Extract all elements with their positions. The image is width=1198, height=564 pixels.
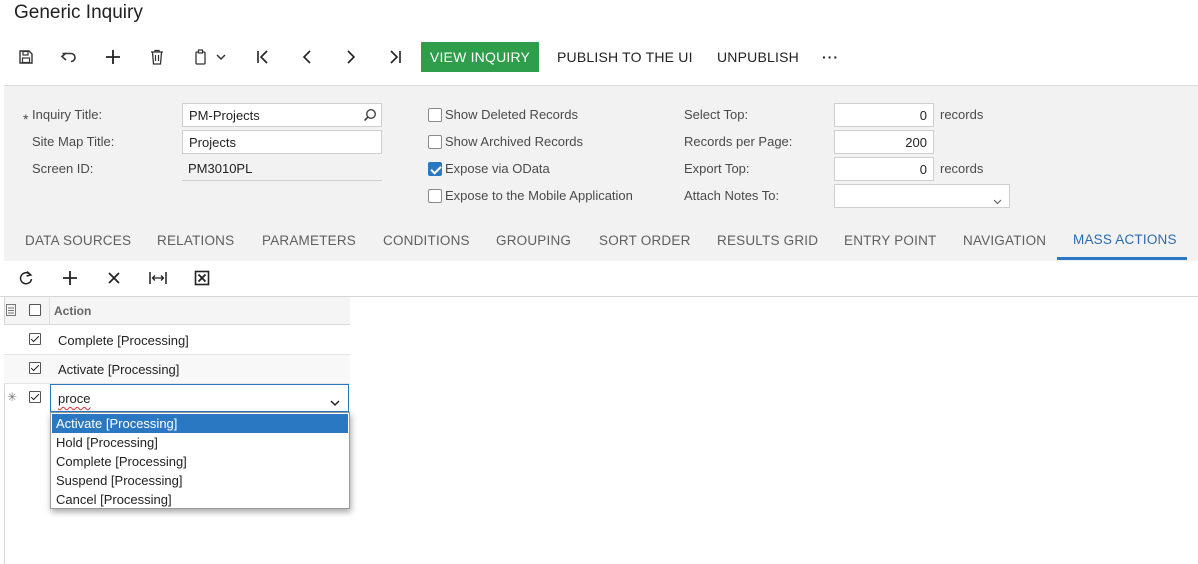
tab-entry-point[interactable]: ENTRY POINT xyxy=(844,233,936,259)
tab-conditions[interactable]: CONDITIONS xyxy=(383,233,470,259)
chevron-down-icon xyxy=(993,193,1002,208)
delete-row-icon[interactable] xyxy=(102,266,126,290)
search-icon[interactable] xyxy=(363,108,377,125)
delete-icon[interactable] xyxy=(145,44,169,70)
dropdown-option-suspend[interactable]: Suspend [Processing] xyxy=(52,471,348,490)
row-checkbox[interactable] xyxy=(29,333,41,345)
show-archived-checkbox[interactable] xyxy=(428,135,442,149)
export-top-label: Export Top: xyxy=(684,161,750,176)
page-title: Generic Inquiry xyxy=(14,2,143,23)
tab-navigation[interactable]: NAVIGATION xyxy=(963,233,1046,259)
fit-to-screen-icon[interactable] xyxy=(146,266,170,290)
undo-icon[interactable] xyxy=(57,44,81,70)
screen-id-field: PM3010PL xyxy=(182,157,382,181)
action-cell[interactable]: Activate [Processing] xyxy=(58,362,179,377)
records-per-page-field[interactable]: 200 xyxy=(834,130,934,154)
site-map-title-value: Projects xyxy=(189,134,236,150)
records-per-page-label: Records per Page: xyxy=(684,134,793,149)
dropdown-option-cancel[interactable]: Cancel [Processing] xyxy=(52,490,348,509)
screen-id-label: Screen ID: xyxy=(32,161,94,176)
action-column-header[interactable]: Action xyxy=(54,304,91,318)
copy-paste-icon[interactable] xyxy=(189,44,213,70)
records-per-page-value: 200 xyxy=(905,134,927,150)
site-map-title-field[interactable]: Projects xyxy=(182,130,382,154)
screen-id-value: PM3010PL xyxy=(188,161,253,176)
previous-record-icon[interactable] xyxy=(295,44,319,70)
column-divider xyxy=(49,297,50,325)
expose-odata-label: Expose via OData xyxy=(445,161,550,176)
select-all-checkbox[interactable] xyxy=(29,304,41,316)
row-selector-icon xyxy=(6,304,16,319)
chevron-down-icon[interactable] xyxy=(213,44,229,70)
dropdown-option-complete[interactable]: Complete [Processing] xyxy=(52,452,348,471)
active-tab-indicator xyxy=(1057,257,1187,260)
publish-to-ui-button[interactable]: PUBLISH TO THE UI xyxy=(557,42,693,72)
export-top-unit: records xyxy=(940,161,984,176)
export-top-field[interactable]: 0 xyxy=(834,157,934,181)
inquiry-title-value: PM-Projects xyxy=(189,107,260,123)
add-row-icon[interactable] xyxy=(58,266,82,290)
select-top-value: 0 xyxy=(919,107,927,123)
unpublish-button[interactable]: UNPUBLISH xyxy=(717,42,799,72)
tab-parameters[interactable]: PARAMETERS xyxy=(262,233,356,259)
attach-notes-select[interactable] xyxy=(834,184,1010,208)
tab-sort-order[interactable]: SORT ORDER xyxy=(599,233,691,259)
next-record-icon[interactable] xyxy=(339,44,363,70)
show-archived-label: Show Archived Records xyxy=(445,134,584,149)
refresh-icon[interactable] xyxy=(14,266,38,290)
last-record-icon[interactable] xyxy=(383,44,407,70)
tab-data-sources[interactable]: DATA SOURCES xyxy=(25,233,131,259)
required-marker: * xyxy=(23,111,29,127)
action-combo-input[interactable]: proce xyxy=(50,384,349,412)
row-checkbox[interactable] xyxy=(29,362,41,374)
first-record-icon[interactable] xyxy=(251,44,275,70)
show-deleted-checkbox[interactable] xyxy=(428,108,442,122)
tab-grouping[interactable]: GROUPING xyxy=(496,233,571,259)
new-row-marker: ✳ xyxy=(7,390,18,404)
action-combo-value: proce xyxy=(58,391,91,406)
action-dropdown-list: Activate [Processing] Hold [Processing] … xyxy=(50,412,350,509)
attach-notes-label: Attach Notes To: xyxy=(684,188,780,203)
row-checkbox[interactable] xyxy=(29,391,41,403)
chevron-down-icon[interactable] xyxy=(330,395,340,410)
expose-mobile-label: Expose to the Mobile Application xyxy=(445,188,633,203)
select-top-label: Select Top: xyxy=(684,107,749,122)
more-actions-button[interactable]: ··· xyxy=(822,42,839,72)
export-excel-icon[interactable] xyxy=(190,266,214,290)
select-top-unit: records xyxy=(940,107,984,122)
view-inquiry-button[interactable]: VIEW INQUIRY xyxy=(421,42,539,72)
dropdown-option-activate[interactable]: Activate [Processing] xyxy=(52,414,348,433)
save-icon[interactable] xyxy=(14,44,38,70)
tab-relations[interactable]: RELATIONS xyxy=(157,233,234,259)
export-top-value: 0 xyxy=(919,161,927,177)
inquiry-title-label: Inquiry Title: xyxy=(32,107,103,122)
site-map-title-label: Site Map Title: xyxy=(32,134,115,149)
tab-mass-actions[interactable]: MASS ACTIONS xyxy=(1073,232,1177,258)
tab-results-grid[interactable]: RESULTS GRID xyxy=(717,233,818,259)
action-cell[interactable]: Complete [Processing] xyxy=(58,333,189,348)
expose-mobile-checkbox[interactable] xyxy=(428,189,442,203)
inquiry-title-field[interactable]: PM-Projects xyxy=(182,103,382,127)
add-icon[interactable] xyxy=(101,44,125,70)
expose-odata-checkbox[interactable] xyxy=(428,162,442,176)
select-top-field[interactable]: 0 xyxy=(834,103,934,127)
dropdown-option-hold[interactable]: Hold [Processing] xyxy=(52,433,348,452)
show-deleted-label: Show Deleted Records xyxy=(445,107,578,122)
